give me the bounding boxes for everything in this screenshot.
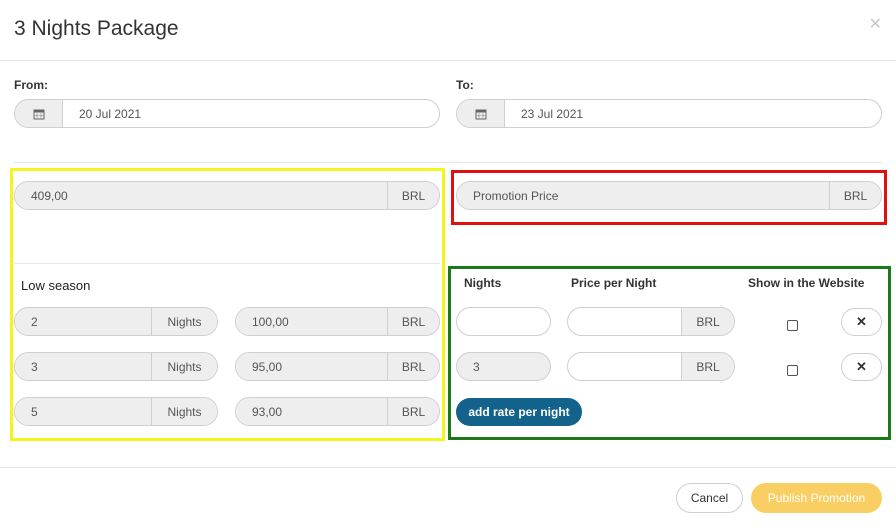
promo-price-field[interactable]: BRL (567, 307, 735, 336)
season-price-field: 93,00 BRL (235, 397, 440, 426)
season-divider (14, 263, 440, 264)
season-name: Low season (21, 278, 91, 293)
to-date-field[interactable]: 23 Jul 2021 (456, 99, 882, 128)
from-date-input[interactable]: 20 Jul 2021 (63, 100, 439, 127)
header-divider (0, 60, 896, 61)
promo-nights-input[interactable] (456, 307, 551, 336)
publish-promotion-button[interactable]: Publish Promotion (751, 483, 882, 513)
season-price-field: 100,00 BRL (235, 307, 440, 336)
currency-addon: BRL (387, 182, 439, 209)
season-price-value: 100,00 (236, 308, 387, 335)
show-website-checkbox[interactable] (787, 365, 798, 376)
from-label: From: (14, 78, 48, 92)
currency-addon: BRL (387, 398, 439, 425)
col-price-header: Price per Night (571, 276, 657, 290)
footer-divider (0, 467, 896, 468)
to-date-input[interactable]: 23 Jul 2021 (505, 100, 881, 127)
nights-addon: Nights (151, 398, 217, 425)
cancel-button[interactable]: Cancel (676, 483, 743, 513)
calendar-icon[interactable] (15, 100, 63, 127)
promo-price-input[interactable] (568, 353, 681, 380)
season-price-value: 95,00 (236, 353, 387, 380)
currency-addon: BRL (681, 353, 734, 380)
close-icon[interactable]: ✕ (869, 14, 882, 34)
promotion-price-input[interactable]: Promotion Price (457, 182, 829, 209)
season-price-value: 93,00 (236, 398, 387, 425)
promotion-price-field[interactable]: Promotion Price BRL (456, 181, 882, 210)
promo-nights-input[interactable]: 3 (456, 352, 551, 381)
price-field: 409,00 BRL (14, 181, 440, 210)
season-nights-value: 3 (15, 353, 151, 380)
calendar-icon[interactable] (457, 100, 505, 127)
currency-addon: BRL (829, 182, 881, 209)
currency-addon: BRL (681, 308, 734, 335)
season-nights-field: 3 Nights (14, 352, 218, 381)
col-show-header: Show in the Website (748, 276, 865, 290)
currency-addon: BRL (387, 353, 439, 380)
season-nights-field: 5 Nights (14, 397, 218, 426)
show-website-checkbox[interactable] (787, 320, 798, 331)
from-date-field[interactable]: 20 Jul 2021 (14, 99, 440, 128)
section-divider (14, 162, 882, 163)
nights-addon: Nights (151, 353, 217, 380)
season-nights-field: 2 Nights (14, 307, 218, 336)
promo-price-field[interactable]: BRL (567, 352, 735, 381)
add-rate-button[interactable]: add rate per night (456, 398, 582, 426)
currency-addon: BRL (387, 308, 439, 335)
nights-addon: Nights (151, 308, 217, 335)
price-value: 409,00 (15, 182, 387, 209)
x-icon[interactable]: ✕ (841, 308, 882, 336)
season-nights-value: 2 (15, 308, 151, 335)
to-label: To: (456, 78, 474, 92)
x-icon[interactable]: ✕ (841, 353, 882, 381)
promo-price-input[interactable] (568, 308, 681, 335)
season-price-field: 95,00 BRL (235, 352, 440, 381)
season-nights-value: 5 (15, 398, 151, 425)
col-nights-header: Nights (464, 276, 502, 290)
modal-title: 3 Nights Package (14, 17, 179, 40)
